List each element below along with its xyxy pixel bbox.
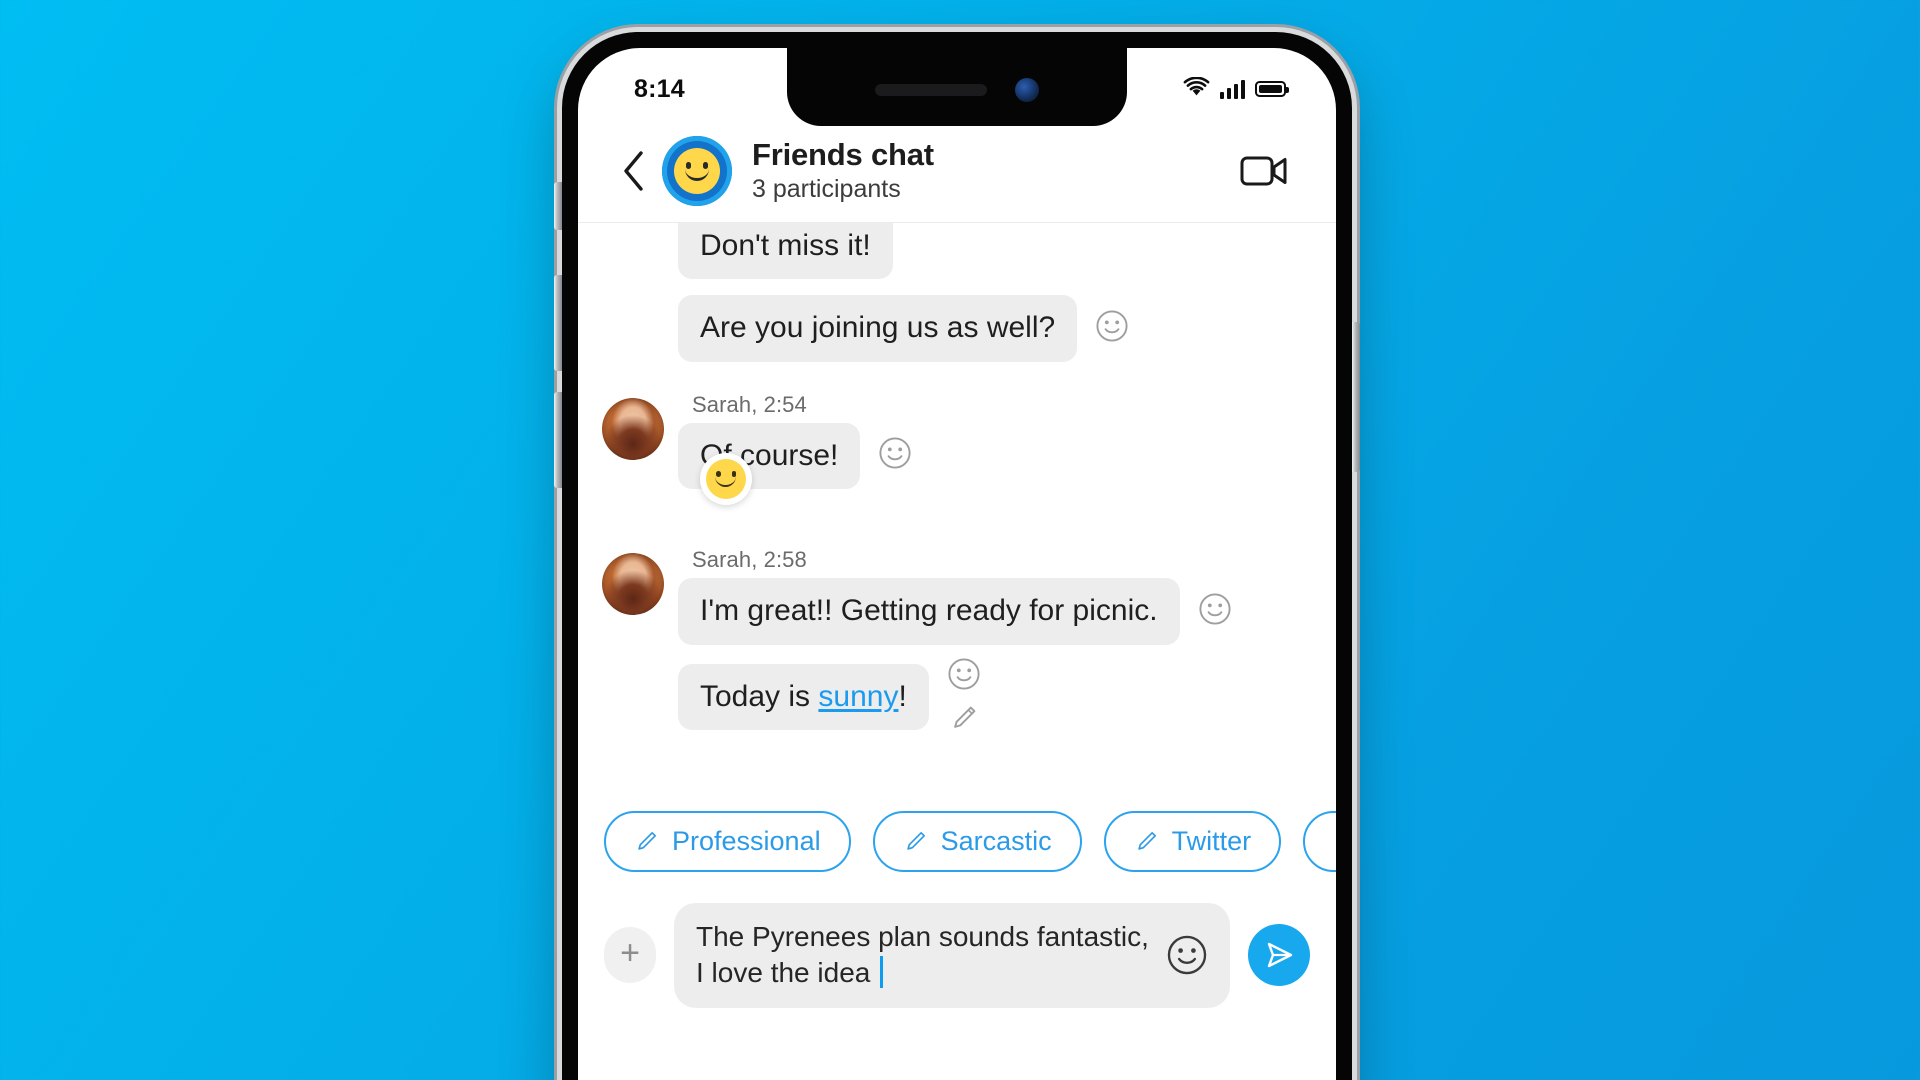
message-bubble[interactable]: Today is sunny! (678, 663, 929, 731)
chevron-left-icon (624, 151, 643, 191)
chip-professional[interactable]: Professional (604, 810, 851, 872)
smile-arc (685, 168, 709, 181)
message-sender-time: Sarah, 2:54 (692, 391, 807, 417)
message-bubble[interactable]: I'm great!! Getting ready for picnic. (678, 578, 1180, 645)
text-cursor (880, 956, 884, 989)
message-group-incoming-top: Don't miss it! Are you joining us as wel… (578, 223, 1336, 738)
reaction-badge[interactable] (700, 453, 752, 506)
volume-up-button[interactable] (554, 275, 562, 371)
chat-header: Friends chat 3 participants (578, 126, 1336, 223)
volume-down-button[interactable] (554, 392, 562, 488)
message-bubble[interactable]: Don't miss it! (678, 223, 893, 280)
list-item: Don't miss it! (602, 223, 1290, 280)
pencil-icon (1137, 831, 1156, 850)
message-composer: + The Pyrenees plan sounds fantastic, I l… (578, 879, 1336, 1042)
list-item: Are you joining us as well? (602, 295, 1290, 362)
add-attachment-button[interactable]: + (604, 927, 656, 984)
plus-icon: + (620, 934, 640, 973)
message-actions (947, 657, 981, 738)
message-list[interactable]: Don't miss it! Are you joining us as wel… (578, 223, 1336, 803)
message-input-wrapper[interactable]: The Pyrenees plan sounds fantastic, I lov… (674, 903, 1230, 1008)
silent-switch-button[interactable] (554, 182, 562, 230)
power-button[interactable] (1352, 322, 1360, 472)
battery-icon (1255, 81, 1289, 97)
smiley-face-icon (1167, 936, 1207, 975)
back-button[interactable] (612, 145, 656, 197)
pencil-icon (906, 831, 925, 850)
add-reaction-icon[interactable] (1095, 309, 1129, 348)
message-sender-time: Sarah, 2:58 (692, 547, 807, 573)
status-time: 8:14 (634, 74, 685, 103)
emoji-picker-button[interactable] (1166, 934, 1208, 976)
chip-partial[interactable]: Fu (1303, 810, 1336, 872)
list-item: Today is sunny! (678, 657, 1290, 738)
chat-header-text: Friends chat 3 participants (752, 137, 1236, 206)
message-input[interactable]: The Pyrenees plan sounds fantastic, I lov… (696, 919, 1152, 992)
video-camera-icon (1240, 156, 1287, 186)
add-reaction-icon[interactable] (947, 657, 981, 696)
pencil-icon (638, 831, 656, 850)
sunny-link[interactable]: sunny (818, 680, 898, 713)
chip-label: Twitter (1171, 825, 1252, 856)
list-item: Sarah, 2:54 Of course! (602, 391, 1290, 506)
list-item: Sarah, 2:58 I'm great!! Getting ready fo… (602, 547, 1290, 737)
add-reaction-icon[interactable] (878, 436, 912, 475)
message-text-before-link: Today is (700, 679, 819, 713)
status-icons (1183, 76, 1289, 102)
wifi-icon (1183, 76, 1210, 102)
message-text-after-link: ! (898, 679, 907, 713)
chip-label: Professional (672, 825, 821, 856)
tone-suggestion-chips[interactable]: Professional Sarcastic Twitter Fu (578, 803, 1336, 879)
message-bubble[interactable]: Are you joining us as well? (678, 295, 1078, 362)
avatar[interactable] (662, 136, 732, 206)
send-paper-plane-icon (1267, 943, 1293, 968)
edit-pencil-icon[interactable] (949, 703, 979, 738)
phone-device-frame: 8:14 Friends chat 3 participants Don't m… (554, 32, 1360, 1080)
chip-label: Sarcastic (940, 825, 1052, 856)
chip-twitter[interactable]: Twitter (1103, 810, 1282, 872)
cellular-signal-icon (1219, 79, 1245, 99)
draft-line-1: The Pyrenees plan sounds fantastic, (696, 921, 1149, 952)
phone-screen: 8:14 Friends chat 3 participants Don't m… (578, 48, 1336, 1080)
chip-sarcastic[interactable]: Sarcastic (872, 810, 1082, 872)
video-call-button[interactable] (1236, 143, 1292, 199)
pencil-icon (1333, 829, 1336, 854)
smiley-face-icon (674, 148, 720, 194)
participants-count: 3 participants (752, 175, 901, 204)
avatar[interactable] (602, 397, 664, 460)
avatar[interactable] (602, 553, 664, 616)
smiley-reaction-icon (706, 459, 746, 500)
draft-line-2: I love the idea (696, 957, 871, 989)
status-bar: 8:14 (578, 48, 1336, 126)
add-reaction-icon[interactable] (1198, 592, 1232, 631)
send-button[interactable] (1248, 924, 1310, 987)
page-title: Friends chat (752, 136, 934, 172)
smile-arc (715, 476, 736, 488)
